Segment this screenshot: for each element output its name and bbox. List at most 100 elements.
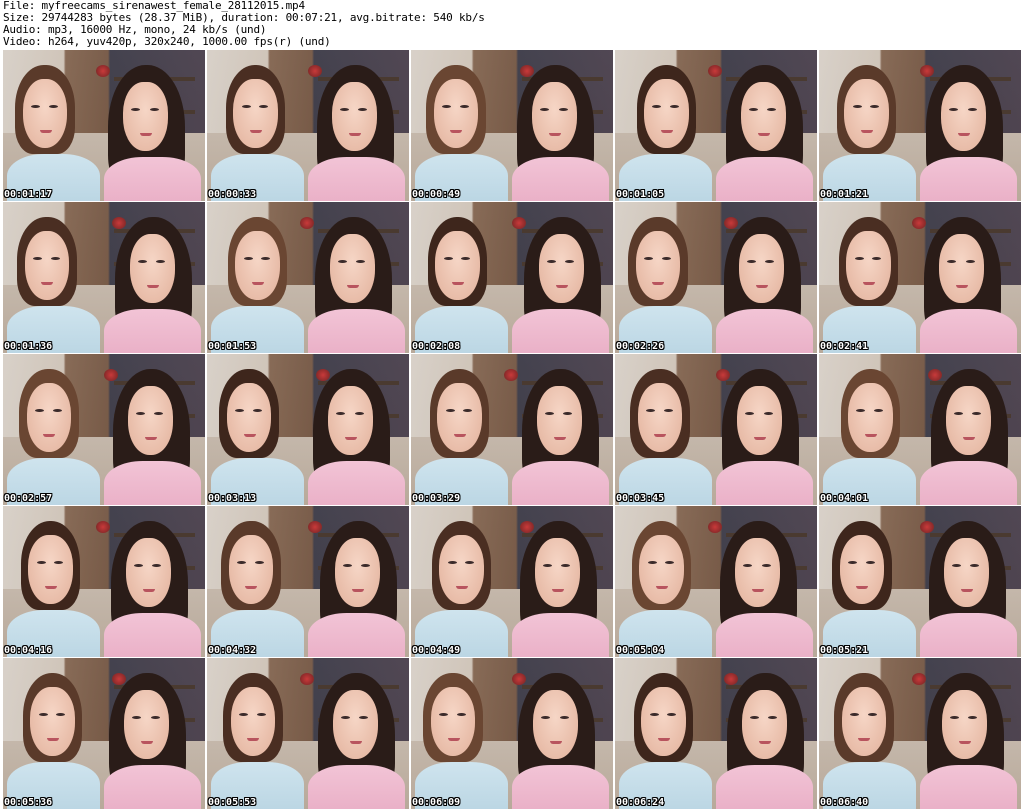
mouth xyxy=(549,740,562,744)
mouth xyxy=(39,129,52,133)
mouth xyxy=(656,585,669,589)
face xyxy=(844,79,889,149)
mouth xyxy=(753,436,766,440)
face xyxy=(328,386,373,456)
thumbnail-frame: 00:06:40 xyxy=(819,658,1021,809)
mouth xyxy=(247,737,260,741)
shirt xyxy=(716,309,813,353)
person-left xyxy=(415,369,508,505)
face xyxy=(124,690,169,760)
face xyxy=(430,687,476,757)
face xyxy=(644,79,689,149)
person-right xyxy=(104,673,201,809)
mouth xyxy=(958,740,971,744)
mouth xyxy=(960,588,973,592)
thumbnail-frame: 00:01:17 xyxy=(3,50,205,201)
shirt xyxy=(104,613,201,657)
thumbnail-frame: 00:04:01 xyxy=(819,354,1021,505)
timestamp-label: 00:04:01 xyxy=(820,493,869,504)
mouth xyxy=(146,284,159,288)
thumbnail-frame: 00:02:41 xyxy=(819,202,1021,353)
person-right xyxy=(512,673,609,809)
thumbnail-frame: 00:05:21 xyxy=(819,506,1021,657)
thumbnail-frame: 00:01:53 xyxy=(207,202,409,353)
person-right xyxy=(920,65,1017,201)
mouth xyxy=(455,585,468,589)
timestamp-label: 00:00:33 xyxy=(208,189,257,200)
timestamp-label: 00:02:57 xyxy=(4,493,53,504)
shirt xyxy=(512,613,609,657)
person-right xyxy=(512,217,609,353)
mouth xyxy=(41,281,54,285)
shirt xyxy=(716,613,813,657)
timestamp-label: 00:05:53 xyxy=(208,797,257,808)
person-left xyxy=(619,673,712,809)
person-left xyxy=(7,521,100,657)
face xyxy=(735,538,780,608)
face xyxy=(230,687,276,757)
face xyxy=(437,383,482,453)
shirt xyxy=(308,309,405,353)
timestamp-label: 00:03:13 xyxy=(208,493,257,504)
thumbnail-frame: 00:06:09 xyxy=(411,658,613,809)
face xyxy=(939,234,984,304)
person-right xyxy=(308,65,405,201)
face xyxy=(126,538,171,608)
person-right xyxy=(512,65,609,201)
face xyxy=(637,383,683,453)
mouth xyxy=(861,129,874,133)
face xyxy=(235,231,280,301)
face xyxy=(739,234,784,304)
mouth xyxy=(45,585,58,589)
mouth xyxy=(346,284,359,288)
face xyxy=(742,690,787,760)
face xyxy=(848,383,893,453)
mouth xyxy=(654,433,667,437)
person-left xyxy=(211,673,304,809)
person-right xyxy=(104,521,201,657)
shirt xyxy=(716,461,813,505)
shirt xyxy=(104,461,201,505)
mouth xyxy=(957,132,970,136)
timestamp-label: 00:01:17 xyxy=(4,189,53,200)
mouth xyxy=(660,129,673,133)
person-left xyxy=(415,65,508,201)
person-left xyxy=(415,217,508,353)
timestamp-label: 00:04:49 xyxy=(412,645,461,656)
person-right xyxy=(512,369,609,505)
timestamp-label: 00:06:40 xyxy=(820,797,869,808)
face xyxy=(741,82,786,152)
shirt xyxy=(716,157,813,201)
thumbnail-frame: 00:01:21 xyxy=(819,50,1021,201)
face xyxy=(333,690,378,760)
mouth xyxy=(652,281,665,285)
thumbnail-frame: 00:00:49 xyxy=(411,50,613,201)
person-left xyxy=(823,521,916,657)
shirt xyxy=(308,765,405,809)
person-right xyxy=(104,217,201,353)
face xyxy=(641,687,686,757)
person-right xyxy=(308,217,405,353)
thumbnail-frame: 00:06:24 xyxy=(615,658,817,809)
thumbnail-frame: 00:01:05 xyxy=(615,50,817,201)
face xyxy=(941,82,986,152)
thumbnail-frame: 00:04:16 xyxy=(3,506,205,657)
mouth xyxy=(962,436,975,440)
timestamp-label: 00:01:53 xyxy=(208,341,257,352)
mouth xyxy=(755,284,768,288)
person-left xyxy=(211,217,304,353)
face xyxy=(332,82,377,152)
mouth xyxy=(553,436,566,440)
person-left xyxy=(211,521,304,657)
person-left xyxy=(211,369,304,505)
person-left xyxy=(619,369,712,505)
face xyxy=(539,234,584,304)
mouth xyxy=(955,284,968,288)
face xyxy=(841,687,887,757)
shirt xyxy=(920,765,1017,809)
timestamp-label: 00:02:41 xyxy=(820,341,869,352)
face xyxy=(944,538,989,608)
shirt xyxy=(308,461,405,505)
timestamp-label: 00:06:09 xyxy=(412,797,461,808)
person-left xyxy=(619,65,712,201)
